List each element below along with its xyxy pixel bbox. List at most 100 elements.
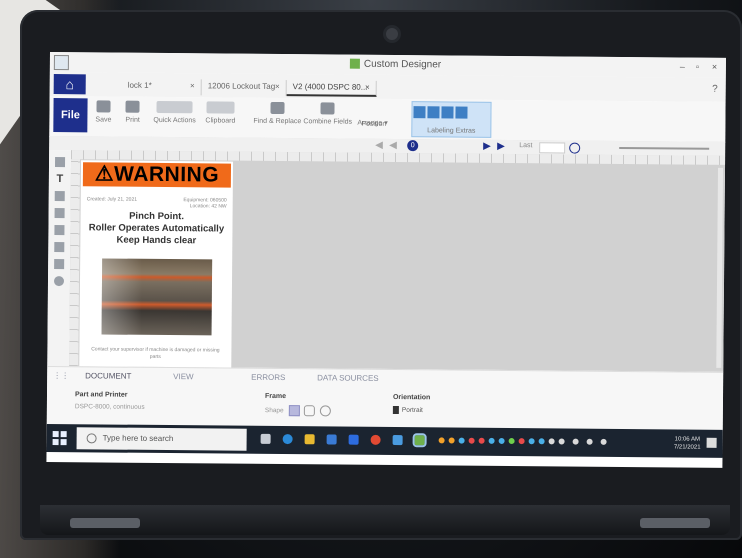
tray-app-icon[interactable] xyxy=(538,438,545,445)
quick-actions-button[interactable]: Quick Actions xyxy=(153,100,196,124)
tab-errors[interactable]: ERRORS xyxy=(251,373,285,382)
help-button[interactable]: ? xyxy=(712,84,718,95)
volume-icon[interactable] xyxy=(586,438,593,445)
tab-view[interactable]: VIEW xyxy=(173,372,194,381)
zoom-slider[interactable] xyxy=(619,146,710,150)
tray-app-icon[interactable] xyxy=(438,437,445,444)
extras-icon-1[interactable] xyxy=(413,106,426,119)
panel-grip-icon[interactable]: ⋮⋮ xyxy=(53,371,69,380)
label-footer: Contact your supervisor if machine is da… xyxy=(91,346,220,360)
combine-fields-button[interactable]: Combine Fields xyxy=(303,102,352,126)
doc-tab-close-icon[interactable]: × xyxy=(190,81,195,90)
teams-icon[interactable] xyxy=(392,435,403,446)
prev-page-icon[interactable]: ◀ xyxy=(389,140,397,151)
page-input[interactable] xyxy=(539,142,566,154)
search-icon xyxy=(86,433,97,444)
custom-designer-taskbar-icon[interactable] xyxy=(412,433,427,448)
orientation-value[interactable]: Portrait xyxy=(392,406,423,415)
clock-date: 7/21/2021 xyxy=(673,444,701,451)
tray-app-icon[interactable] xyxy=(488,437,495,444)
doc-tab-close-icon[interactable]: × xyxy=(365,83,370,92)
window-title: Custom Designer xyxy=(349,58,441,70)
store-icon[interactable] xyxy=(348,434,359,445)
properties-panel: ⋮⋮ DOCUMENT VIEW ERRORS DATA SOURCES Par… xyxy=(46,365,724,431)
shape-option-circle[interactable] xyxy=(320,405,332,417)
line-tool-icon[interactable] xyxy=(54,208,65,219)
doc-tab-close-icon[interactable]: × xyxy=(275,82,280,91)
text-tool-icon[interactable]: T xyxy=(55,173,65,185)
taskbar-clock[interactable]: 10:06 AM 7/21/2021 xyxy=(674,435,701,451)
tab-data-sources[interactable]: DATA SOURCES xyxy=(317,373,379,383)
battery-icon[interactable] xyxy=(600,438,607,445)
tray-app-icon[interactable] xyxy=(478,437,485,444)
shape-label: Shape xyxy=(264,407,284,415)
clock-time: 10:06 AM xyxy=(674,436,700,443)
find-replace-button[interactable]: Find & Replace xyxy=(253,101,301,125)
label-preview[interactable]: ⚠WARNING Created: July 21, 2021 Equipmen… xyxy=(79,160,234,368)
position-button[interactable]: Position xyxy=(361,121,386,128)
save-button[interactable]: Save xyxy=(95,100,111,124)
page-number: 0 xyxy=(407,140,419,152)
tray-app-icon[interactable] xyxy=(558,438,565,445)
file-explorer-icon[interactable] xyxy=(304,434,315,445)
tray-app-icon[interactable] xyxy=(548,438,555,445)
taskbar-search-box[interactable]: Type here to search xyxy=(76,427,247,451)
machine-photo[interactable] xyxy=(101,258,213,336)
vertical-ruler xyxy=(69,159,81,367)
network-icon[interactable] xyxy=(572,438,579,445)
tray-app-icon[interactable] xyxy=(528,438,535,445)
first-page-icon[interactable]: ◀ xyxy=(375,140,383,151)
shape-option-rounded[interactable] xyxy=(304,405,316,417)
extras-icon-4[interactable] xyxy=(455,106,468,119)
image-tool-icon[interactable] xyxy=(54,259,65,270)
label-heading[interactable]: Pinch Point. Roller Operates Automatical… xyxy=(82,210,230,247)
tray-app-icon[interactable] xyxy=(518,438,525,445)
laptop-hinge xyxy=(40,505,730,535)
home-button[interactable]: ⌂ xyxy=(53,74,86,95)
doc-tab-1[interactable]: lock 1* × xyxy=(121,78,202,96)
last-page-icon[interactable]: ▶ xyxy=(497,141,505,152)
table-tool-icon[interactable] xyxy=(54,242,65,253)
doc-tab-3[interactable]: V2 (4000 DSPC 80... × xyxy=(286,80,377,97)
mail-icon[interactable] xyxy=(326,434,337,445)
select-tool-icon[interactable] xyxy=(54,157,66,168)
close-button[interactable]: × xyxy=(712,62,717,72)
tray-app-icon[interactable] xyxy=(468,437,475,444)
extras-icon-3[interactable] xyxy=(441,106,454,119)
tray-app-icon[interactable] xyxy=(448,437,455,444)
tray-app-icon[interactable] xyxy=(508,438,515,445)
doc-tab-2[interactable]: 12006 Lockout Tag × xyxy=(201,79,287,97)
save-icon xyxy=(96,100,111,113)
shape-tool-icon[interactable] xyxy=(53,276,65,287)
tray-app-icon[interactable] xyxy=(498,437,505,444)
print-button[interactable]: Print xyxy=(125,100,140,124)
notification-icon[interactable] xyxy=(706,437,717,448)
file-button[interactable]: File xyxy=(53,98,88,133)
edge-icon[interactable] xyxy=(282,434,293,445)
barcode-tool-icon[interactable] xyxy=(54,225,65,236)
graphic-tool-icon[interactable] xyxy=(54,191,65,202)
go-icon[interactable] xyxy=(569,142,581,154)
heading-line-2: Roller Operates Automatically xyxy=(88,222,225,235)
quick-actions-icon xyxy=(156,100,193,114)
maximize-button[interactable]: ▫ xyxy=(696,62,699,72)
tab-document[interactable]: DOCUMENT xyxy=(85,371,131,380)
next-page-icon[interactable]: ▶ xyxy=(483,141,491,152)
extras-icon-2[interactable] xyxy=(427,106,440,119)
clipboard-button[interactable]: Clipboard xyxy=(205,101,235,125)
clipboard-icon xyxy=(206,101,235,114)
webcam xyxy=(386,28,398,40)
minimize-button[interactable]: – xyxy=(680,61,685,71)
hinge-left xyxy=(70,518,140,528)
start-button[interactable] xyxy=(52,431,67,446)
vertical-scrollbar[interactable] xyxy=(716,167,724,368)
warning-header[interactable]: ⚠WARNING xyxy=(82,162,232,188)
task-view-icon[interactable] xyxy=(260,433,271,444)
labeling-extras-group[interactable]: Labeling Extras xyxy=(411,101,492,138)
tray-app-icon[interactable] xyxy=(458,437,465,444)
part-printer-value[interactable]: DSPC-8000, continuous xyxy=(75,403,145,411)
app-logo-icon xyxy=(349,58,360,70)
shape-option-square[interactable] xyxy=(288,405,300,417)
chrome-icon[interactable] xyxy=(370,434,381,445)
design-canvas[interactable]: ⚠WARNING Created: July 21, 2021 Equipmen… xyxy=(69,150,726,372)
